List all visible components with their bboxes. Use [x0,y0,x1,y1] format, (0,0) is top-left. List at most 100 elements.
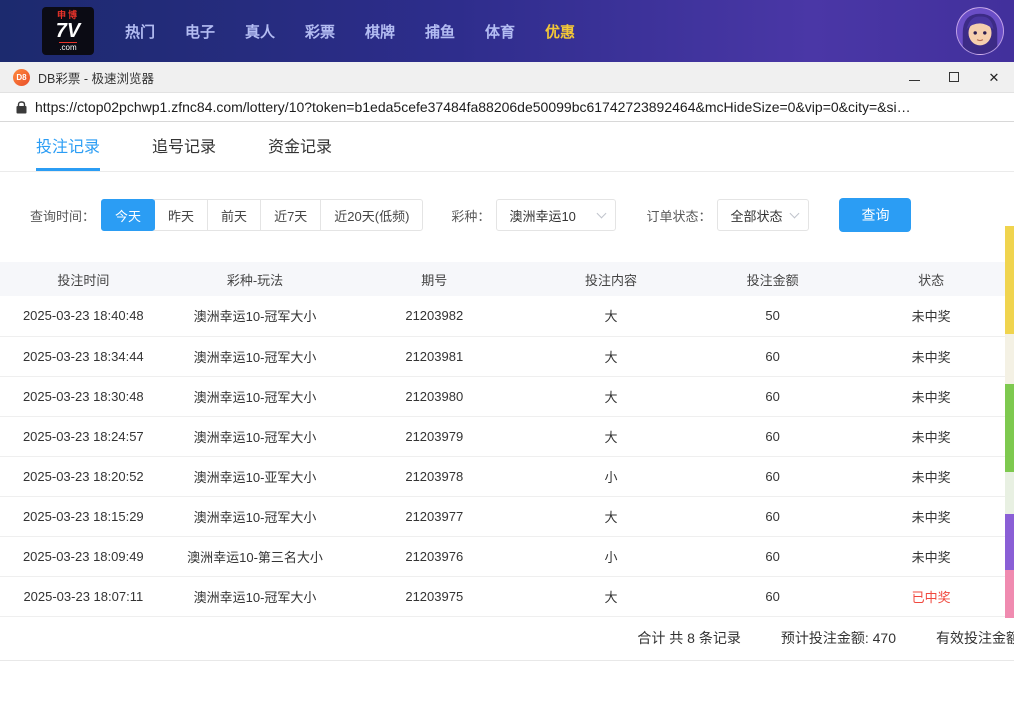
time-filter-昨天[interactable]: 昨天 [154,199,208,231]
cell-投注金额: 60 [697,376,848,416]
site-logo[interactable]: 申博 7V .com [42,7,94,55]
cell-投注时间: 2025-03-23 18:15:29 [0,496,167,536]
time-filter-前天[interactable]: 前天 [207,199,261,231]
cell-投注时间: 2025-03-23 18:24:57 [0,416,167,456]
cell-期号: 21203980 [343,376,525,416]
lottery-select[interactable]: 澳洲幸运10 [496,199,616,231]
browser-title-bar: D8 DB彩票 - 极速浏览器 ✕ [0,62,1014,93]
table-row: 2025-03-23 18:24:57澳洲幸运10-冠军大小21203979大6… [0,416,1014,456]
cell-状态: 未中奖 [848,416,1014,456]
cell-期号: 21203981 [343,336,525,376]
cell-投注金额: 60 [697,416,848,456]
lock-icon [16,101,27,114]
cell-投注内容: 大 [525,296,697,336]
nav-item-电子[interactable]: 电子 [170,21,230,42]
browser-address-bar: https://ctop02pchwp1.zfnc84.com/lottery/… [0,93,1014,122]
cell-投注金额: 60 [697,576,848,616]
column-header-投注内容: 投注内容 [525,262,697,296]
summary-valid-amount: 有效投注金额 [936,628,1014,648]
nav-item-捕鱼[interactable]: 捕鱼 [410,21,470,42]
cell-彩种-玩法: 澳洲幸运10-冠军大小 [167,376,344,416]
time-filter-近20天(低频)[interactable]: 近20天(低频) [320,199,423,231]
summary-footer: 合计 共 8 条记录预计投注金额: 470有效投注金额 [0,617,1014,661]
table-row: 2025-03-23 18:15:29澳洲幸运10-冠军大小21203977大6… [0,496,1014,536]
nav-item-热门[interactable]: 热门 [110,21,170,42]
table-row: 2025-03-23 18:09:49澳洲幸运10-第三名大小21203976小… [0,536,1014,576]
lottery-filter-label: 彩种： [451,206,490,225]
cell-彩种-玩法: 澳洲幸运10-亚军大小 [167,456,344,496]
tab-资金记录[interactable]: 资金记录 [268,122,332,171]
table-row: 2025-03-23 18:07:11澳洲幸运10-冠军大小21203975大6… [0,576,1014,616]
cell-彩种-玩法: 澳洲幸运10-第三名大小 [167,536,344,576]
site-logo-top-text: 申博 [57,11,79,20]
cell-期号: 21203977 [343,496,525,536]
cell-投注内容: 大 [525,376,697,416]
summary-total-count: 合计 共 8 条记录 [637,628,740,648]
table-row: 2025-03-23 18:20:52澳洲幸运10-亚军大小21203978小6… [0,456,1014,496]
cell-期号: 21203975 [343,576,525,616]
cell-期号: 21203978 [343,456,525,496]
table-row: 2025-03-23 18:34:44澳洲幸运10-冠军大小21203981大6… [0,336,1014,376]
cell-状态: 未中奖 [848,496,1014,536]
cell-投注时间: 2025-03-23 18:30:48 [0,376,167,416]
table-row: 2025-03-23 18:40:48澳洲幸运10-冠军大小21203982大5… [0,296,1014,336]
tab-追号记录[interactable]: 追号记录 [152,122,216,171]
avatar-illustration [957,8,1003,54]
site-logo-sub-text: .com [59,42,76,52]
order-status-select-value: 全部状态 [730,206,782,225]
cell-状态: 未中奖 [848,336,1014,376]
time-filter-近7天[interactable]: 近7天 [260,199,321,231]
search-button[interactable]: 查询 [839,198,911,232]
time-filter-今天[interactable]: 今天 [101,199,155,231]
table-body: 2025-03-23 18:40:48澳洲幸运10-冠军大小21203982大5… [0,296,1014,616]
cell-投注内容: 小 [525,536,697,576]
nav-item-真人[interactable]: 真人 [230,21,290,42]
cell-状态: 未中奖 [848,536,1014,576]
user-avatar[interactable] [956,7,1004,55]
table-header-row: 投注时间彩种-玩法期号投注内容投注金额状态 [0,262,1014,296]
lottery-select-value: 澳洲幸运10 [509,206,575,225]
chevron-down-icon [597,208,607,218]
window-title: DB彩票 - 极速浏览器 [38,68,154,87]
column-header-彩种-玩法: 彩种-玩法 [167,262,344,296]
nav-item-棋牌[interactable]: 棋牌 [350,21,410,42]
table-row: 2025-03-23 18:30:48澳洲幸运10-冠军大小21203980大6… [0,376,1014,416]
cell-投注时间: 2025-03-23 18:34:44 [0,336,167,376]
cell-状态: 未中奖 [848,296,1014,336]
close-button[interactable]: ✕ [974,62,1014,92]
nav-item-彩票[interactable]: 彩票 [290,21,350,42]
maximize-button[interactable] [934,62,974,92]
cell-彩种-玩法: 澳洲幸运10-冠军大小 [167,296,344,336]
cell-投注内容: 大 [525,496,697,536]
cell-投注内容: 大 [525,576,697,616]
tab-投注记录[interactable]: 投注记录 [36,122,100,171]
cell-投注时间: 2025-03-23 18:07:11 [0,576,167,616]
column-header-投注时间: 投注时间 [0,262,167,296]
site-logo-main-text: 7V [56,21,80,41]
column-header-投注金额: 投注金额 [697,262,848,296]
cell-投注时间: 2025-03-23 18:09:49 [0,536,167,576]
time-filter-label: 查询时间： [30,206,95,225]
nav-item-体育[interactable]: 体育 [470,21,530,42]
cell-彩种-玩法: 澳洲幸运10-冠军大小 [167,576,344,616]
time-filter-group: 今天昨天前天近7天近20天(低频) [101,199,423,231]
bet-records-table: 投注时间彩种-玩法期号投注内容投注金额状态 2025-03-23 18:40:4… [0,262,1014,617]
chevron-down-icon [790,208,800,218]
record-tabs: 投注记录 追号记录 资金记录 [0,122,1014,172]
maximize-icon [949,72,959,82]
order-status-select[interactable]: 全部状态 [717,199,809,231]
cell-投注内容: 大 [525,416,697,456]
cell-彩种-玩法: 澳洲幸运10-冠军大小 [167,416,344,456]
cell-投注金额: 50 [697,296,848,336]
cell-状态: 未中奖 [848,376,1014,416]
background-page-edge [1005,226,1014,618]
cell-期号: 21203979 [343,416,525,456]
url-input[interactable]: https://ctop02pchwp1.zfnc84.com/lottery/… [35,99,995,115]
nav-item-优惠[interactable]: 优惠 [530,21,590,42]
cell-状态: 已中奖 [848,576,1014,616]
minimize-button[interactable] [894,62,934,92]
close-icon: ✕ [989,71,1000,84]
cell-期号: 21203982 [343,296,525,336]
cell-投注金额: 60 [697,336,848,376]
cell-状态: 未中奖 [848,456,1014,496]
